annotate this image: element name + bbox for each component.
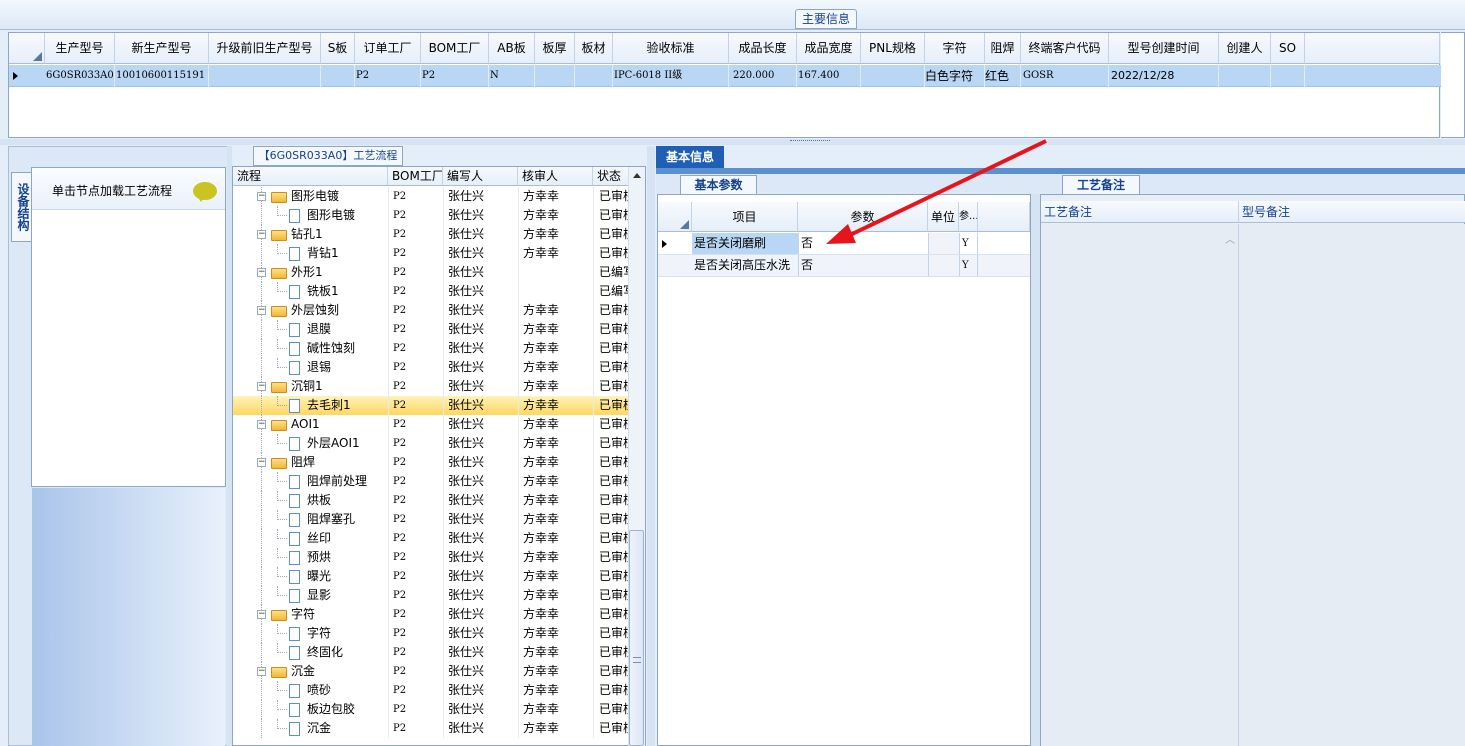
annotation-arrow-head	[826, 224, 856, 244]
annotation-arrow	[826, 139, 1047, 244]
annotation-arrow-shaft	[847, 139, 1047, 238]
